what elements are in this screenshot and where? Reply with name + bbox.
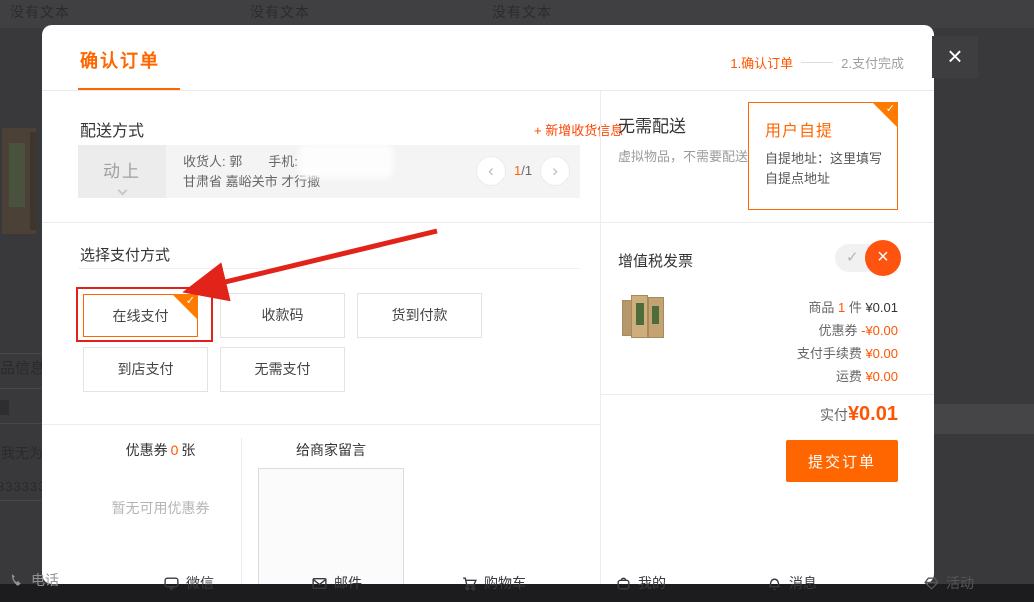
address-tag-label: 动上 bbox=[78, 157, 166, 182]
annotation-rectangle bbox=[76, 287, 213, 342]
phone-label: 手机: bbox=[268, 154, 298, 169]
gem-icon bbox=[923, 575, 940, 592]
section-divider bbox=[42, 222, 934, 223]
merchant-message-title: 给商家留言 bbox=[216, 440, 446, 460]
summary-row-shipping: 运费 ¥0.00 bbox=[836, 366, 898, 385]
pickup-option-title: 用户自提 bbox=[765, 117, 833, 141]
pager-indicator: 1/1 bbox=[514, 162, 532, 180]
payment-method-cod[interactable]: 货到付款 bbox=[357, 293, 482, 338]
total-amount-row: 实付¥0.01 bbox=[820, 403, 898, 426]
footer-item-mail[interactable]: 邮件 bbox=[311, 573, 362, 593]
background-navbar: 没有文本 没有文本 没有文本 bbox=[0, 0, 1034, 28]
footer-item-cart[interactable]: 购物车 bbox=[461, 573, 526, 593]
chevron-down-icon bbox=[118, 186, 128, 196]
summary-row-fee: 支付手续费 ¥0.00 bbox=[797, 343, 898, 362]
section-divider bbox=[600, 394, 934, 395]
screen: 没有文本 没有文本 没有文本 品信息 我无为 33333333 确认订单 1.确… bbox=[0, 0, 1034, 602]
checkout-steps: 1.确认订单 2.支付完成 bbox=[730, 53, 904, 72]
no-delivery-option-title[interactable]: 无需配送 bbox=[618, 112, 686, 137]
cart-icon bbox=[461, 575, 478, 592]
invoice-toggle: ✓ × bbox=[835, 244, 897, 272]
phone-icon bbox=[8, 572, 25, 589]
address-pager: ‹ 1/1 › bbox=[476, 156, 570, 186]
background-product-image bbox=[2, 128, 36, 234]
invoice-yes-check-icon[interactable]: ✓ bbox=[846, 248, 859, 266]
add-address-link[interactable]: + 新增收货信息 bbox=[534, 120, 623, 139]
address-text: 甘肃省 嘉峪关市 才行撒 bbox=[183, 172, 324, 192]
bell-icon bbox=[766, 575, 783, 592]
total-label: 实付 bbox=[820, 407, 848, 423]
background-tab-fragment: 品信息 bbox=[0, 357, 45, 378]
column-divider bbox=[600, 91, 601, 584]
step-payment-done: 2.支付完成 bbox=[841, 53, 904, 72]
footer-item-phone[interactable]: 电话 bbox=[8, 570, 59, 590]
phone-number-blur bbox=[303, 149, 389, 174]
pickup-option-card[interactable]: 用户自提 自提地址：这里填写自提点地址 ✓ bbox=[748, 102, 898, 210]
receiver-label: 收货人: 郭 bbox=[183, 154, 242, 169]
mail-icon bbox=[311, 575, 328, 592]
payment-method-qrcode[interactable]: 收款码 bbox=[220, 293, 345, 338]
footer-item-mine[interactable]: 我的 bbox=[615, 573, 666, 593]
pager-next-button[interactable]: › bbox=[540, 156, 570, 186]
nav-tab-placeholder[interactable]: 没有文本 bbox=[250, 2, 310, 22]
close-icon[interactable]: × bbox=[932, 36, 978, 78]
footer-item-wechat[interactable]: 微信 bbox=[163, 573, 214, 593]
address-card[interactable]: 动上 收货人: 郭 手机: 甘肃省 嘉峪关市 才行撒 ‹ 1/1 › bbox=[78, 145, 580, 198]
summary-row-coupon: 优惠券 -¥0.00 bbox=[818, 320, 898, 339]
background-text-fragment: 我无为 bbox=[1, 443, 43, 463]
coupon-count: 0 bbox=[171, 442, 179, 458]
payment-method-none[interactable]: 无需支付 bbox=[220, 347, 345, 392]
background-panel-fragment bbox=[934, 404, 1034, 434]
invoice-no-cross-icon[interactable]: × bbox=[865, 240, 901, 276]
section-divider bbox=[42, 424, 600, 425]
payment-section-title: 选择支付方式 bbox=[80, 244, 170, 265]
invoice-section-title: 增值税发票 bbox=[618, 250, 693, 271]
pager-prev-button[interactable]: ‹ bbox=[476, 156, 506, 186]
delivery-section-title: 配送方式 bbox=[80, 117, 144, 141]
check-icon: ✓ bbox=[886, 102, 895, 116]
step-confirm-order: 1.确认订单 bbox=[730, 53, 793, 72]
total-amount: ¥0.01 bbox=[848, 403, 898, 425]
coupon-empty-text: 暂无可用优惠券 bbox=[78, 498, 243, 518]
payment-method-instore[interactable]: 到店支付 bbox=[83, 347, 208, 392]
pickup-option-desc: 自提地址：这里填写自提点地址 bbox=[765, 149, 885, 189]
nav-tab-placeholder[interactable]: 没有文本 bbox=[10, 2, 70, 22]
box-icon bbox=[615, 575, 632, 592]
nav-tab-placeholder[interactable]: 没有文本 bbox=[492, 2, 552, 22]
modal-title: 确认订单 bbox=[80, 47, 160, 73]
chat-icon bbox=[163, 575, 180, 592]
product-thumbnail bbox=[622, 293, 672, 343]
footer-item-messages[interactable]: 消息 bbox=[766, 573, 817, 593]
merchant-message-input[interactable] bbox=[258, 468, 404, 584]
summary-row-product: 商品 1 件 ¥0.01 bbox=[808, 297, 898, 316]
submit-order-button[interactable]: 提交订单 bbox=[786, 440, 898, 482]
footer-item-activities[interactable]: 活动 bbox=[923, 573, 974, 593]
no-delivery-option-desc: 虚拟物品，不需要配送 bbox=[618, 147, 750, 167]
address-tag: 动上 bbox=[78, 145, 166, 198]
step-divider bbox=[801, 62, 833, 63]
background-text-fragment bbox=[0, 400, 9, 415]
